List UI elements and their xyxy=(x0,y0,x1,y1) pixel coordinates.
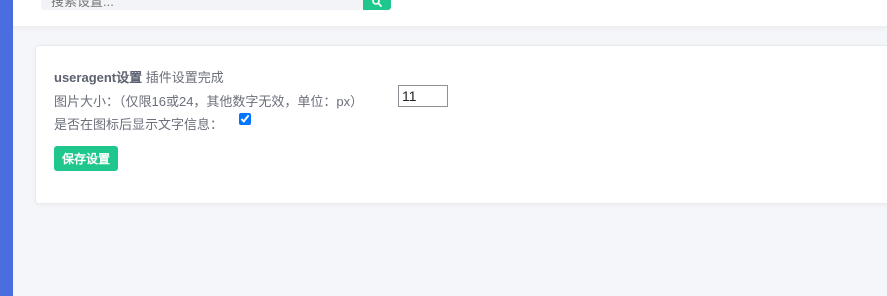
search-input[interactable] xyxy=(41,0,363,10)
settings-header: useragent设置 插件设置完成 xyxy=(54,67,224,86)
sidebar-edge xyxy=(0,0,13,296)
search-icon xyxy=(372,0,382,7)
show-text-label: 是否在图标后显示文字信息： xyxy=(54,117,224,132)
image-size-input[interactable] xyxy=(398,85,448,107)
search-button[interactable] xyxy=(363,0,391,10)
show-text-checkbox[interactable] xyxy=(239,113,251,125)
plugin-name: useragent设置 xyxy=(54,70,143,85)
image-size-label: 图片大小：（仅限16或24，其他数字无效，单位：px） xyxy=(54,94,364,109)
settings-card: useragent设置 插件设置完成 图片大小：（仅限16或24，其他数字无效，… xyxy=(35,45,887,204)
save-settings-button[interactable]: 保存设置 xyxy=(54,146,119,171)
search-field[interactable] xyxy=(41,0,363,10)
status-message: 插件设置完成 xyxy=(145,70,224,85)
